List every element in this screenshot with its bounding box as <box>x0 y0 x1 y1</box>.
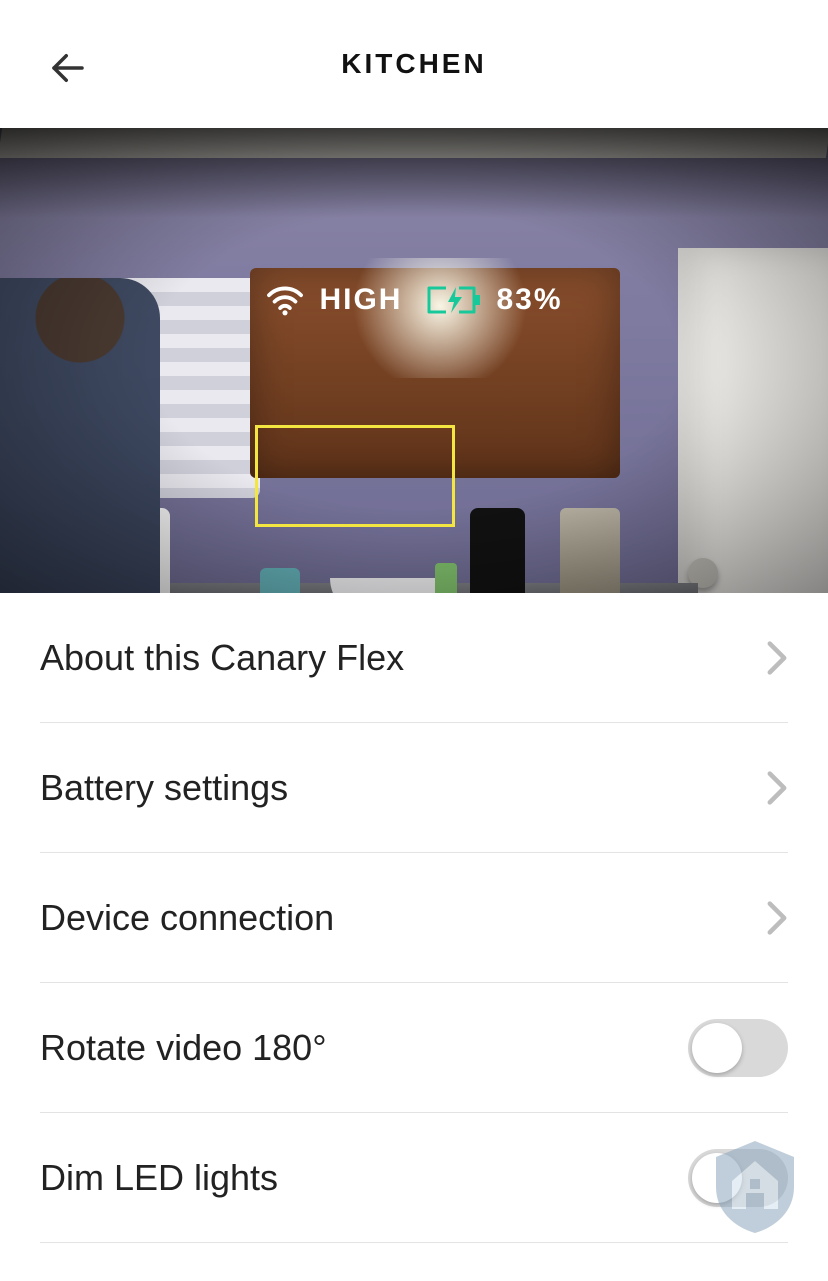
settings-row-dim: Dim LED lights <box>40 1113 788 1243</box>
mask-selection-rect[interactable] <box>255 425 455 527</box>
settings-row-label: Dim LED lights <box>40 1157 278 1199</box>
wifi-strength-label: HIGH <box>319 283 402 317</box>
settings-row-label: Battery settings <box>40 767 288 809</box>
chevron-right-icon <box>766 770 788 806</box>
arrow-left-icon <box>47 47 89 89</box>
settings-row-connection[interactable]: Device connection <box>40 853 788 983</box>
settings-row-label: Rotate video 180° <box>40 1027 327 1069</box>
settings-row-rotate: Rotate video 180° <box>40 983 788 1113</box>
page-title: KITCHEN <box>0 48 828 80</box>
battery-percent-label: 83% <box>496 283 562 317</box>
battery-status: 83% <box>426 283 562 317</box>
settings-row-about[interactable]: About this Canary Flex <box>40 593 788 723</box>
video-hud: HIGH 83% <box>0 283 828 317</box>
toggle-knob <box>692 1023 742 1073</box>
settings-row-label: Device connection <box>40 897 334 939</box>
settings-row-battery[interactable]: Battery settings <box>40 723 788 853</box>
battery-charging-icon <box>426 285 482 315</box>
back-button[interactable] <box>44 44 92 92</box>
house-shield-watermark-icon <box>710 1135 800 1235</box>
wifi-icon <box>265 284 305 316</box>
wifi-status: HIGH <box>265 283 402 317</box>
settings-list: About this Canary Flex Battery settings … <box>0 593 828 1243</box>
settings-row-label: About this Canary Flex <box>40 637 404 679</box>
rotate-video-toggle[interactable] <box>688 1019 788 1077</box>
chevron-right-icon <box>766 640 788 676</box>
camera-preview[interactable]: HIGH 83% Add mask <box>0 128 828 593</box>
chevron-right-icon <box>766 900 788 936</box>
header: KITCHEN <box>0 0 828 128</box>
